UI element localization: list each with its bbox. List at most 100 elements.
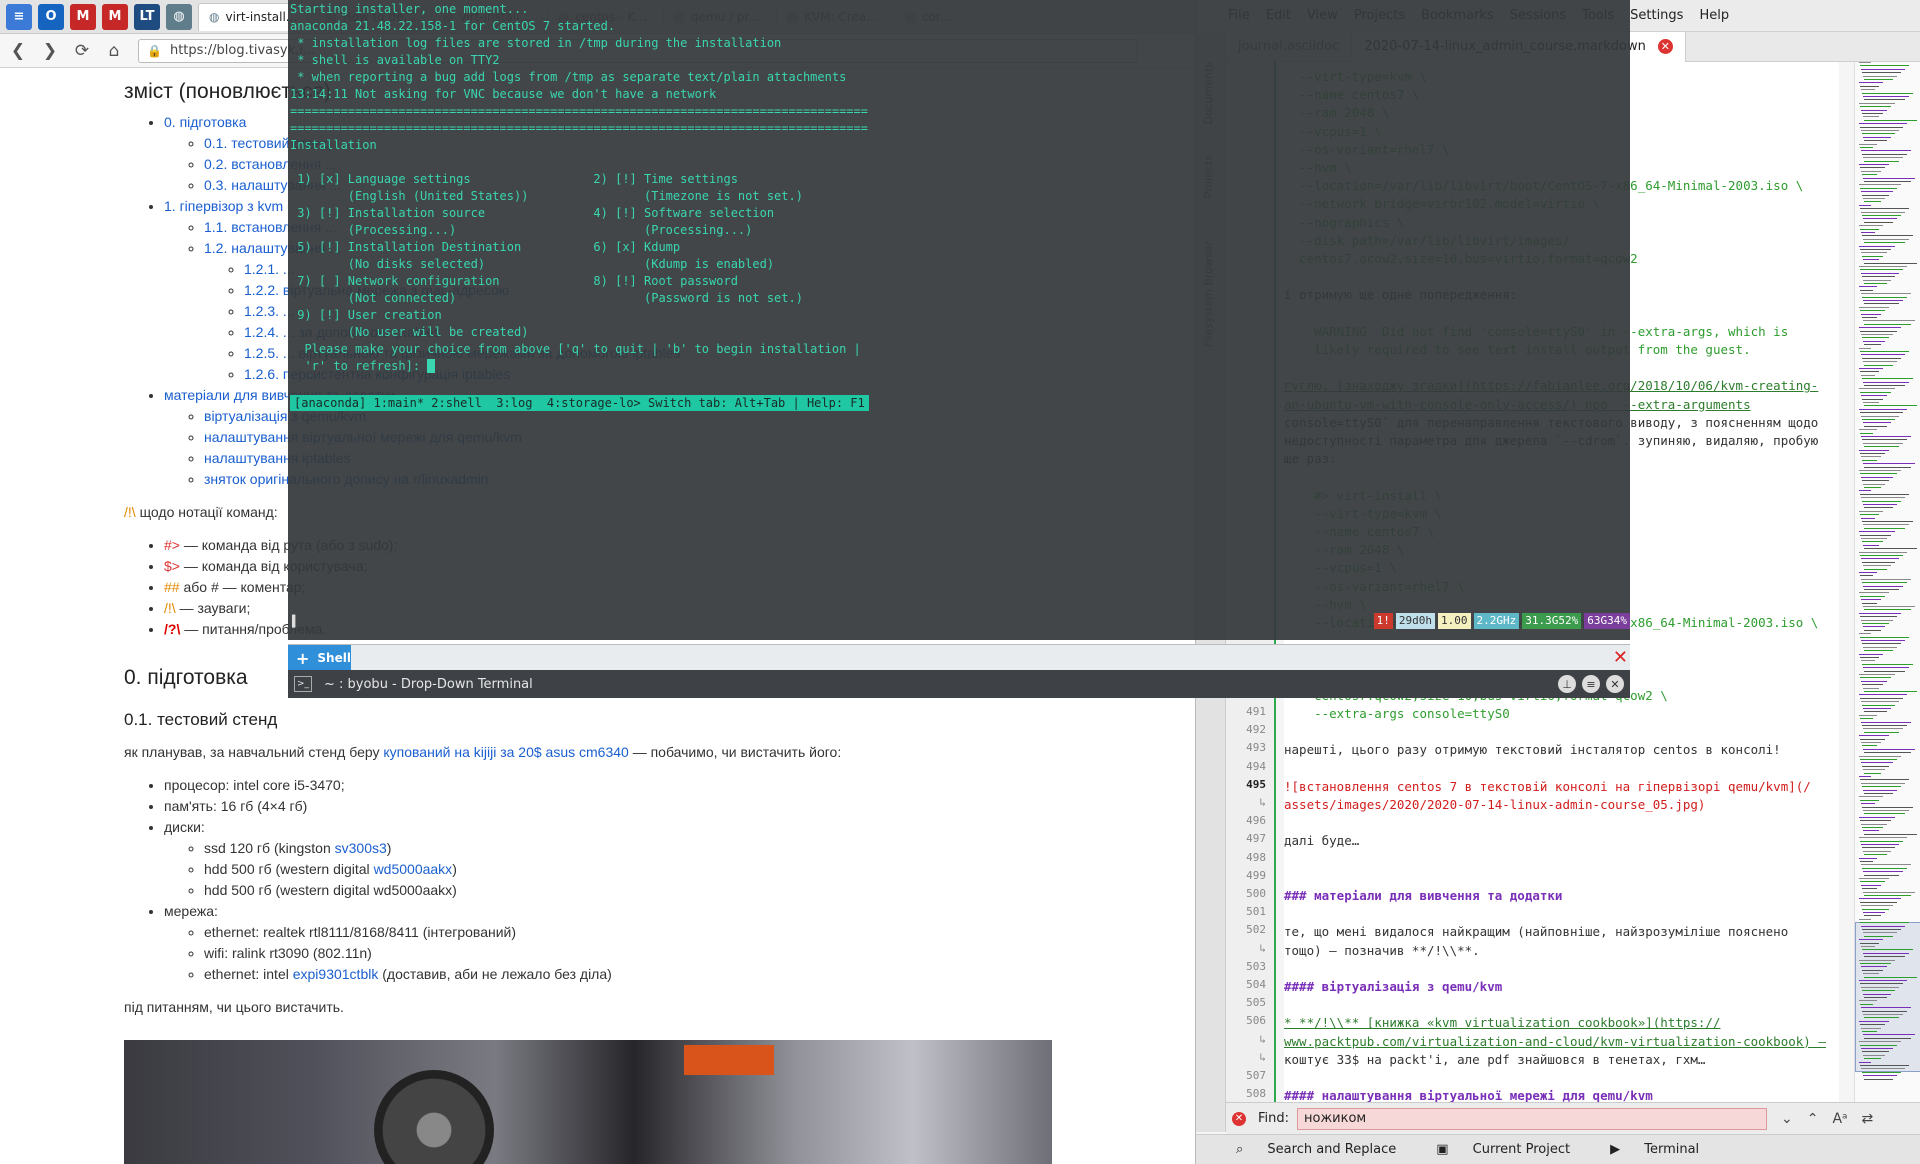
- toolview-search-and-replace[interactable]: ⌕ Search and Replace: [1216, 1142, 1396, 1157]
- forward-arrow-icon[interactable]: ❯: [36, 37, 64, 65]
- replace-toggle-icon[interactable]: ⇄: [1862, 1111, 1874, 1127]
- minimap-line: [1860, 85, 1879, 87]
- terminal-line: 7) [ ] Network configuration 8) [!] Root…: [290, 274, 738, 288]
- find-input[interactable]: ножиком: [1297, 1107, 1768, 1130]
- spec-link[interactable]: wd5000aakx: [374, 861, 453, 877]
- minimap-line: [1864, 670, 1905, 672]
- code-line: assets/images/2020/2020-07-14-linux-admi…: [1284, 797, 1706, 812]
- minimap-line: [1862, 1010, 1907, 1012]
- toolview-terminal[interactable]: ▶ Terminal: [1590, 1142, 1699, 1157]
- minimap-line: [1859, 470, 1901, 471]
- menu-item-help[interactable]: Help: [1699, 8, 1729, 23]
- minimap-line: [1862, 1071, 1901, 1073]
- minimap-line: [1864, 895, 1911, 896]
- lt-icon[interactable]: LT: [134, 3, 160, 30]
- spec-item: пам'ять: 16 гб (4×4 гб): [164, 796, 1054, 817]
- toc-link[interactable]: 1.2.3. ...: [244, 303, 295, 319]
- line-number: ↳: [1259, 1032, 1266, 1046]
- close-doc-icon[interactable]: ✕: [1657, 39, 1673, 54]
- toc-link[interactable]: 1. гіпервізор з kvm: [164, 198, 283, 214]
- spec-text: hdd 500 гб (western digital: [204, 861, 374, 877]
- minimap-line: [1859, 674, 1895, 675]
- toc-link[interactable]: 0. підготовка: [164, 114, 246, 130]
- pin-icon[interactable]: ⊥: [1558, 675, 1576, 693]
- match-case-icon[interactable]: Aᵃ: [1832, 1111, 1847, 1127]
- code-line: далі буде…: [1284, 833, 1360, 849]
- minimap-line: [1863, 606, 1915, 607]
- code-line: #### віртуалізація з qemu/kvm: [1284, 979, 1503, 994]
- minimap-line: [1861, 1007, 1911, 1009]
- minimap-line: [1864, 487, 1881, 488]
- minimap-line: [1861, 782, 1905, 784]
- minimap-line: [1861, 191, 1893, 193]
- menu-item-settings[interactable]: Settings: [1630, 8, 1683, 23]
- minimap-line: [1859, 184, 1901, 186]
- globe-icon[interactable]: ◍: [166, 3, 192, 30]
- terminal-line: 1) [x] Language settings 2) [!] Time set…: [290, 172, 738, 186]
- new-tab-icon[interactable]: +: [296, 649, 309, 668]
- find-prev-icon[interactable]: ⌃: [1807, 1111, 1819, 1127]
- shell-tab-label: Shell: [317, 651, 351, 665]
- dropdown-terminal: Starting installer, one moment... anacond…: [288, 0, 1630, 700]
- minimap-line: [1860, 901, 1897, 903]
- pinned-icon[interactable]: ≡: [6, 3, 32, 30]
- line-number: 503: [1246, 959, 1266, 973]
- minimap-line: [1864, 1078, 1893, 1080]
- minimap-line: [1861, 313, 1881, 315]
- minimap-line: [1862, 174, 1877, 176]
- home-icon[interactable]: ⌂: [100, 37, 128, 65]
- minimap-line: [1864, 793, 1893, 794]
- minimap-line: [1861, 293, 1911, 295]
- spec-text: (доставив, аби не лежало без діла): [378, 966, 612, 982]
- outlook-icon[interactable]: O: [38, 3, 64, 30]
- spec-text: пам'ять: 16 гб (4×4 гб): [164, 798, 308, 814]
- minimap-line: [1864, 140, 1887, 142]
- minimap-line: [1861, 660, 1875, 662]
- minimap[interactable]: [1854, 62, 1920, 1102]
- close-tab-icon[interactable]: ✕: [1613, 647, 1628, 668]
- minimap-line: [1862, 786, 1901, 788]
- minimap-line: [1859, 1020, 1889, 1022]
- minimap-line: [1860, 779, 1909, 781]
- minimap-line: [1860, 147, 1873, 148]
- minimap-line: [1863, 585, 1903, 587]
- find-input-value: ножиком: [1304, 1111, 1367, 1126]
- spec-link[interactable]: expi9301ctblk: [293, 966, 379, 982]
- minimap-line: [1862, 704, 1895, 706]
- find-error-icon: ✕: [1232, 1111, 1246, 1126]
- gmail-icon[interactable]: M: [70, 3, 96, 30]
- toc-link[interactable]: 1.2.1. ...: [244, 261, 295, 277]
- minimap-line: [1864, 731, 1899, 733]
- minimap-line: [1864, 527, 1905, 529]
- minimap-line: [1860, 249, 1891, 250]
- minimap-line: [1859, 82, 1883, 84]
- line-number: ↳: [1259, 941, 1266, 955]
- terminal-tab-shell[interactable]: + Shell: [288, 645, 351, 671]
- minimap-line: [1862, 255, 1883, 257]
- spec-link[interactable]: sv300s3: [335, 840, 387, 856]
- close-icon[interactable]: ✕: [1606, 675, 1624, 693]
- line-number: 502: [1246, 923, 1266, 937]
- minimap-line: [1863, 850, 1891, 852]
- gmail-icon[interactable]: M: [102, 3, 128, 30]
- code-line: ![встановлення centos 7 в текстовій конс…: [1284, 778, 1811, 794]
- find-next-icon[interactable]: ⌄: [1781, 1111, 1793, 1127]
- minimap-line: [1864, 813, 1905, 815]
- minimap-line: [1863, 626, 1885, 628]
- minimap-line: [1859, 572, 1877, 573]
- stand-link[interactable]: купований на kijiji за 20$ asus cm6340: [383, 744, 628, 760]
- minimap-line: [1859, 306, 1889, 308]
- tmux-status-bar: ▌ 1! 29d0h 1.00 2.2GHz 31.3G52% 63G34%: [288, 612, 1630, 630]
- terminal-line: 9) [!] User creation: [290, 308, 442, 322]
- minimap-line: [1862, 133, 1895, 135]
- terminal-body[interactable]: Starting installer, one moment... anacond…: [288, 0, 1630, 640]
- minimap-line: [1861, 232, 1875, 233]
- back-arrow-icon[interactable]: ❮: [4, 37, 32, 65]
- minimap-line: [1859, 796, 1883, 798]
- menu-icon[interactable]: ≡: [1582, 675, 1600, 693]
- toolview-current-project[interactable]: ▣ Current Project: [1416, 1142, 1570, 1157]
- reload-icon[interactable]: ⟳: [68, 37, 96, 65]
- minimap-line: [1860, 942, 1879, 944]
- minimap-line: [1864, 364, 1893, 366]
- minimap-line: [1859, 918, 1871, 920]
